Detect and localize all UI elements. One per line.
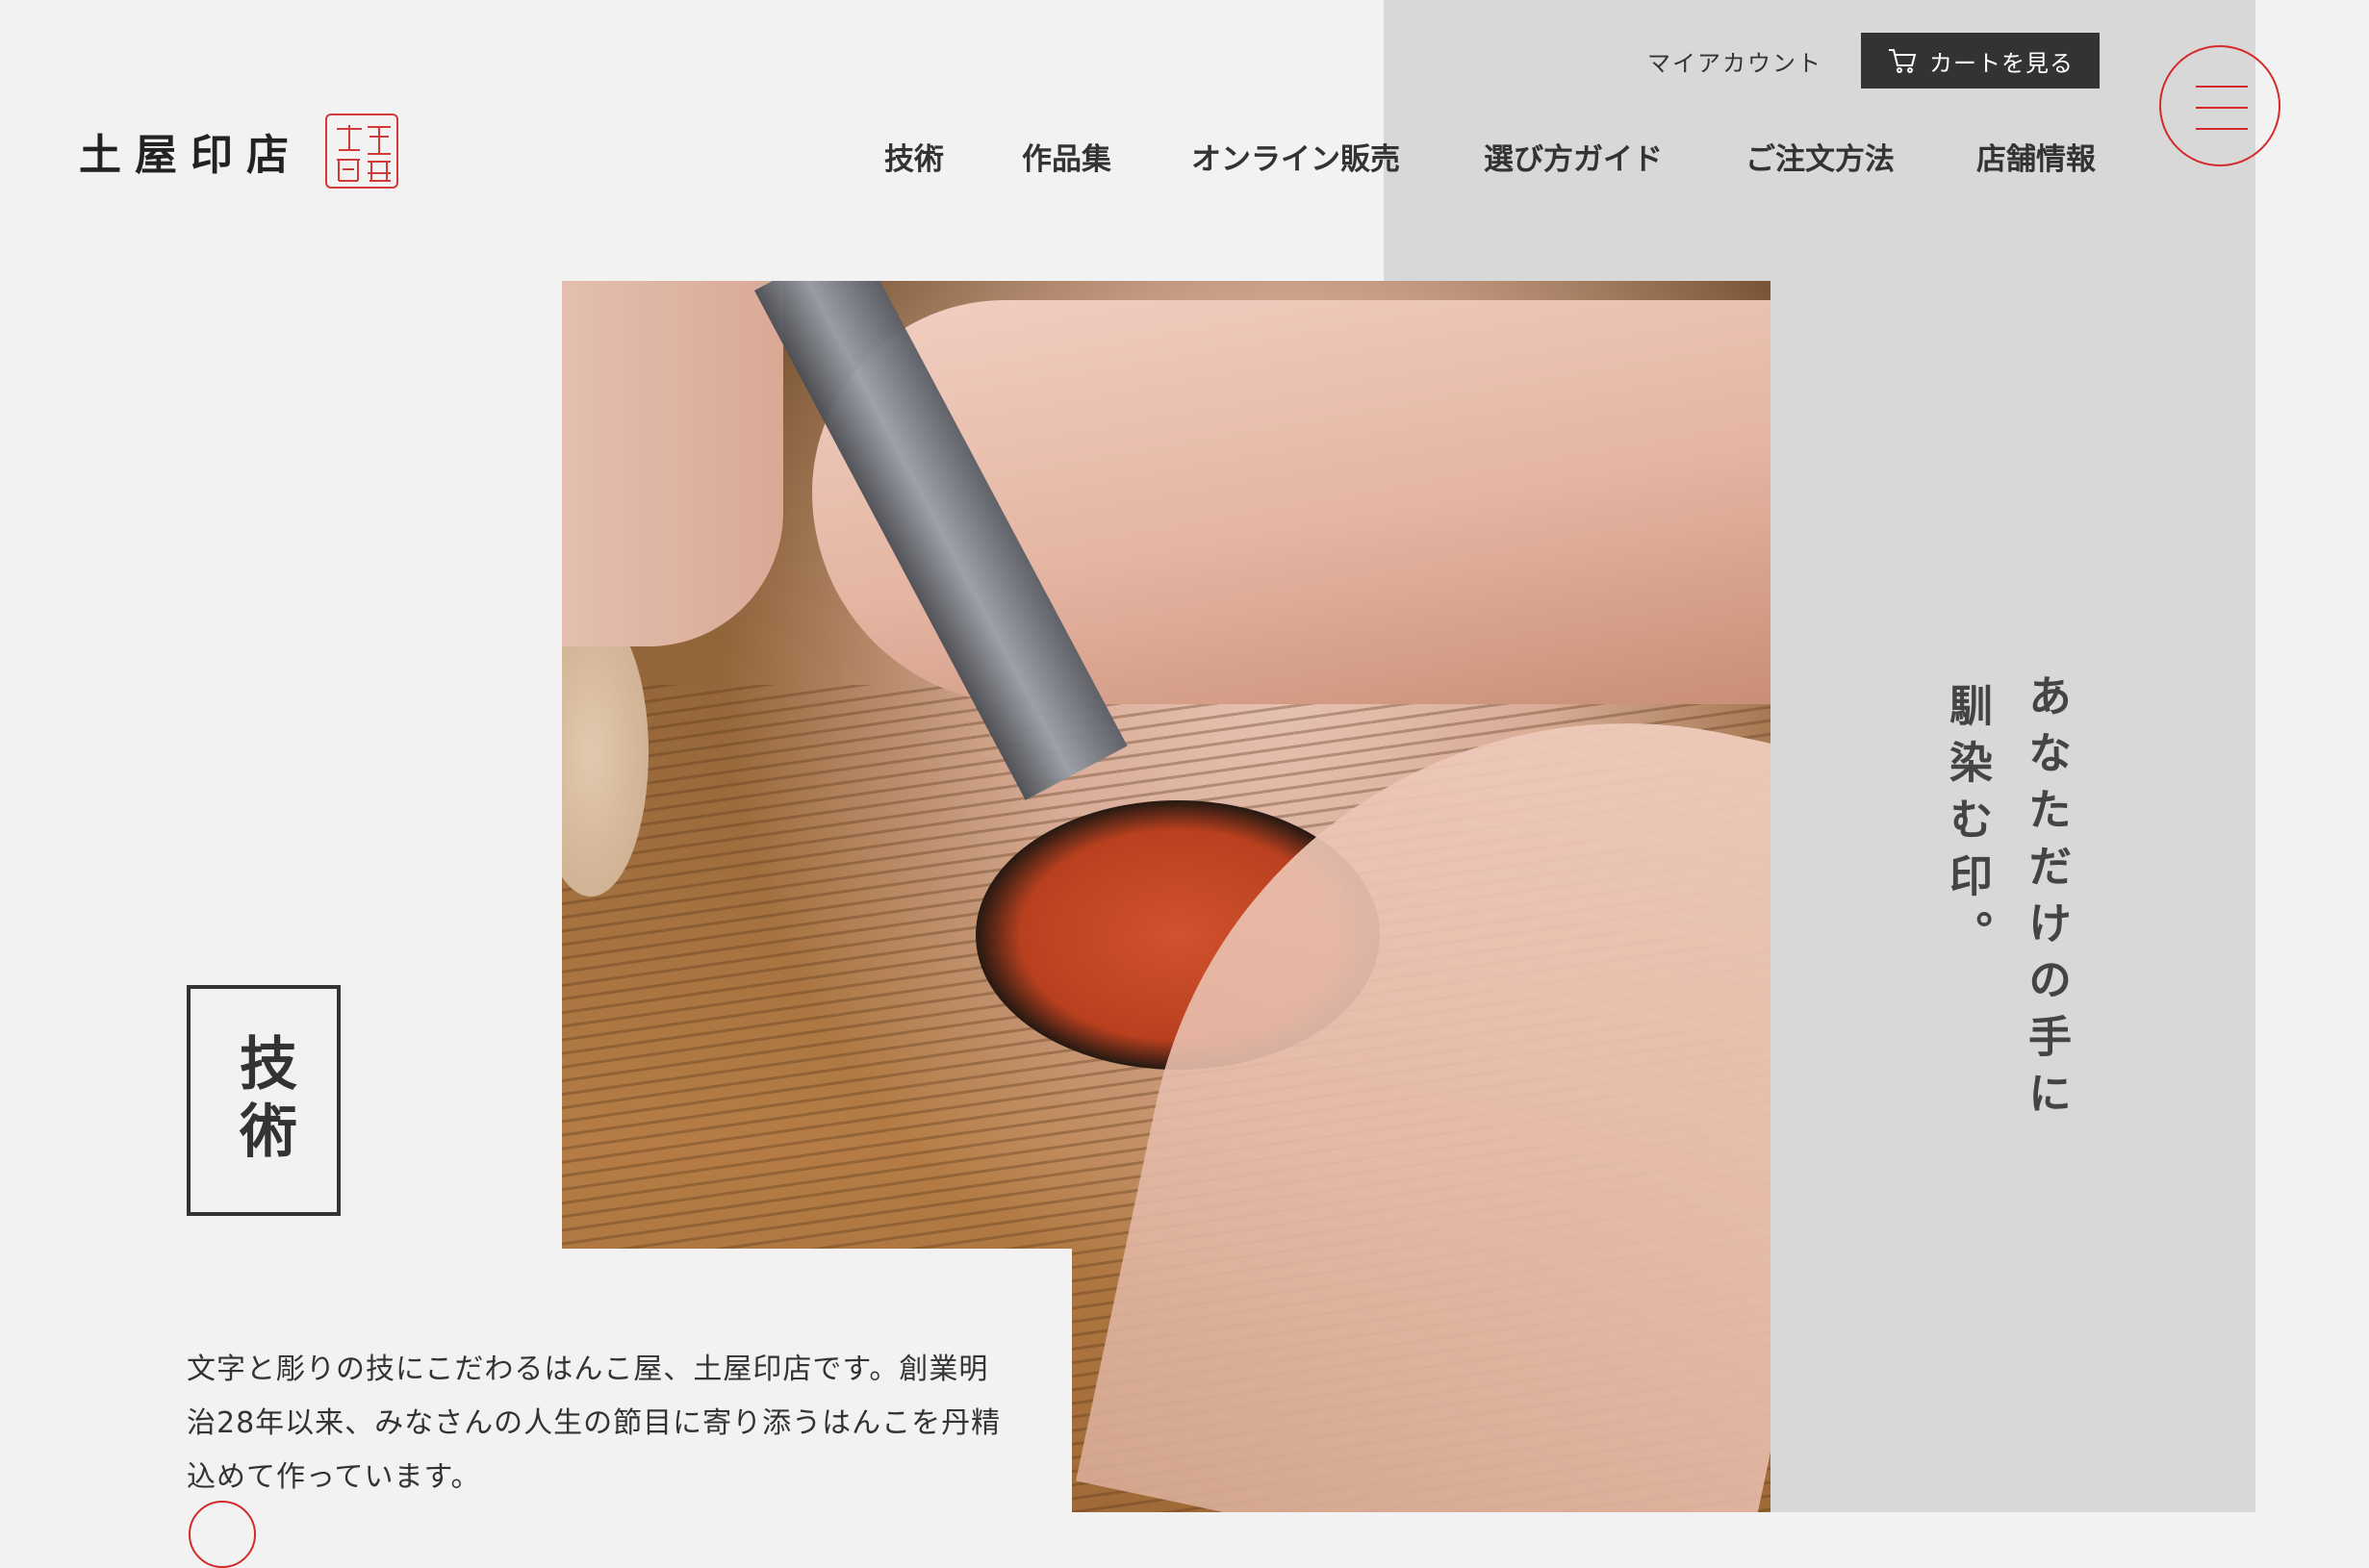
nav-item-works[interactable]: 作品集 xyxy=(1022,135,1111,178)
section-heading: 技術 xyxy=(229,1033,297,1168)
my-account-link[interactable]: マイアカウント xyxy=(1647,44,1822,78)
nav-item-store-info[interactable]: 店舗情報 xyxy=(1976,135,2096,178)
view-cart-button[interactable]: カートを見る xyxy=(1861,33,2100,89)
hamburger-menu-button[interactable] xyxy=(2159,45,2280,166)
hamburger-icon-line xyxy=(2196,128,2248,130)
cart-icon xyxy=(1889,49,1917,73)
nav-item-guide[interactable]: 選び方ガイド xyxy=(1484,135,1663,178)
cart-button-label: カートを見る xyxy=(1929,49,2074,77)
photo-thumb xyxy=(562,281,783,646)
hamburger-icon xyxy=(2196,86,2248,88)
intro-text: 文字と彫りの技にこだわるはんこ屋、土屋印店です。創業明治28年以来、みなさんの人… xyxy=(187,1353,1002,1494)
main-nav: 技術 作品集 オンライン販売 選び方ガイド ご注文方法 店舗情報 xyxy=(0,135,2117,177)
hamburger-icon-line xyxy=(2196,107,2248,109)
read-more-button[interactable] xyxy=(189,1501,256,1568)
tagline-line-2: 馴染む印。 xyxy=(1942,683,1993,967)
tagline-line-1: あなただけの手に xyxy=(2021,673,2072,1127)
nav-item-technique[interactable]: 技術 xyxy=(884,135,944,178)
section-heading-box: 技術 xyxy=(187,985,341,1216)
nav-item-order-method[interactable]: ご注文方法 xyxy=(1745,135,1895,178)
nav-item-online-shop[interactable]: オンライン販売 xyxy=(1191,135,1400,178)
